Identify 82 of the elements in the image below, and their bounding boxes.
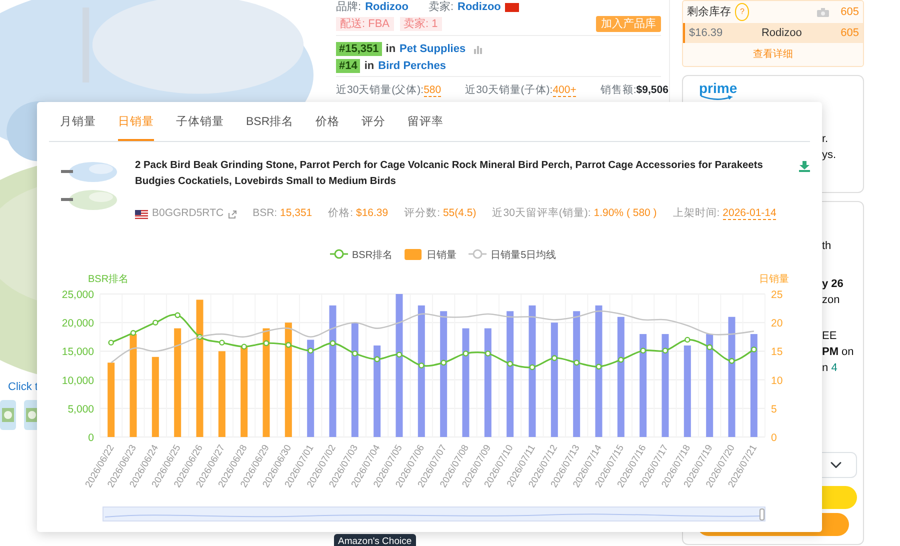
camera-icon[interactable]	[816, 8, 829, 17]
text-fragment: EE	[822, 329, 837, 344]
point	[462, 350, 469, 356]
point	[440, 360, 446, 366]
text-fragment: zon	[822, 293, 840, 308]
point	[374, 356, 380, 362]
legend-item[interactable]: 日销量5日均线	[468, 249, 556, 261]
text-fragment: n 4	[822, 361, 838, 376]
text-fragment: PM on	[822, 345, 854, 360]
axis-tick-label: 0	[88, 432, 94, 444]
fact-text: 价格: $16.39	[328, 206, 388, 222]
fact-text: 近30天留评率(销量): 1.90% ( 580 )	[492, 206, 657, 222]
point	[485, 350, 491, 356]
axis-tick-label: 25	[771, 289, 783, 301]
tab[interactable]: 评分	[362, 102, 386, 142]
point	[418, 362, 424, 368]
text-fragment: th	[822, 239, 832, 254]
legend-label: 日销量5日均线	[490, 249, 556, 261]
seller-link[interactable]: Rodizoo	[458, 0, 501, 14]
point	[574, 360, 580, 366]
axis-tick-label: 15	[771, 346, 783, 358]
point	[330, 340, 336, 346]
zoom-slider[interactable]	[102, 506, 766, 522]
tag: 卖家: 1	[400, 17, 442, 31]
offer-seller: Rodizoo	[761, 26, 802, 41]
flag-icon	[504, 2, 519, 12]
prime-logo: prime	[699, 81, 738, 95]
legend-label: BSR排名	[352, 249, 393, 261]
offer-qty: 605	[840, 26, 859, 41]
point	[706, 344, 712, 350]
download-icon[interactable]	[799, 161, 810, 172]
axis-tick-label: 10,000	[62, 374, 94, 387]
point	[529, 364, 536, 370]
axis-tick-label: 5	[771, 403, 777, 416]
text-fragment: r.	[822, 132, 828, 147]
stat-value: 580	[424, 84, 442, 97]
category-link[interactable]: Bird Perches	[378, 59, 446, 73]
rank-badge: #14	[336, 59, 360, 73]
point	[728, 358, 735, 364]
point	[618, 356, 624, 363]
offer-price: $16.39	[689, 26, 723, 41]
smile-arrow-icon	[699, 95, 735, 101]
category-link[interactable]: Pet Supplies	[400, 42, 466, 56]
chart-icon[interactable]	[474, 44, 484, 54]
field-label: 剩余库存	[687, 4, 731, 20]
rank-badge: #15,351	[336, 42, 382, 56]
point	[640, 348, 646, 354]
legend-item[interactable]: 日销量	[404, 249, 457, 261]
stat-value: $9,506	[636, 84, 668, 96]
field-label: in	[386, 42, 396, 56]
point	[352, 350, 358, 356]
point	[751, 346, 757, 352]
legend-label: 日销量	[426, 250, 457, 261]
point	[684, 336, 690, 343]
tab[interactable]: 留评率	[408, 102, 444, 142]
stat-label: 近30天销量(子体):	[465, 84, 553, 96]
badge-label: Amazon's Choice	[334, 534, 416, 546]
text-fragment: y 26	[822, 277, 844, 292]
point	[662, 348, 668, 354]
point	[596, 364, 602, 370]
point	[396, 352, 402, 358]
point	[507, 360, 513, 367]
axis-tick-label: 10	[771, 374, 783, 387]
stock-count: 605	[840, 5, 859, 20]
field-label: 卖家:	[428, 0, 454, 14]
stat-label: 销售额:	[600, 84, 636, 96]
fact-text: 上架时间: 2026-01-14	[672, 206, 776, 222]
field-label: in	[364, 59, 374, 73]
tag: 配送: FBA	[336, 17, 394, 31]
brand-link[interactable]: Rodizoo	[365, 0, 408, 14]
axis-tick-label: 0	[771, 432, 777, 444]
fact-text: 评分数: 55(4.5)	[404, 206, 476, 222]
axis-tick-label: 20	[771, 318, 783, 330]
legend-item[interactable]: BSR排名	[330, 249, 393, 261]
axis-tick-label: 5,000	[68, 403, 94, 416]
axis-title: 日销量	[759, 274, 789, 285]
stat-value: 400+	[552, 84, 576, 97]
field-label: 品牌:	[336, 0, 362, 14]
text-fragment: ys.	[822, 148, 836, 163]
stat-label: 近30天销量(父体):	[336, 84, 424, 96]
point	[552, 355, 558, 361]
offer-row[interactable]: $16.39 Rodizoo 605	[683, 23, 863, 43]
